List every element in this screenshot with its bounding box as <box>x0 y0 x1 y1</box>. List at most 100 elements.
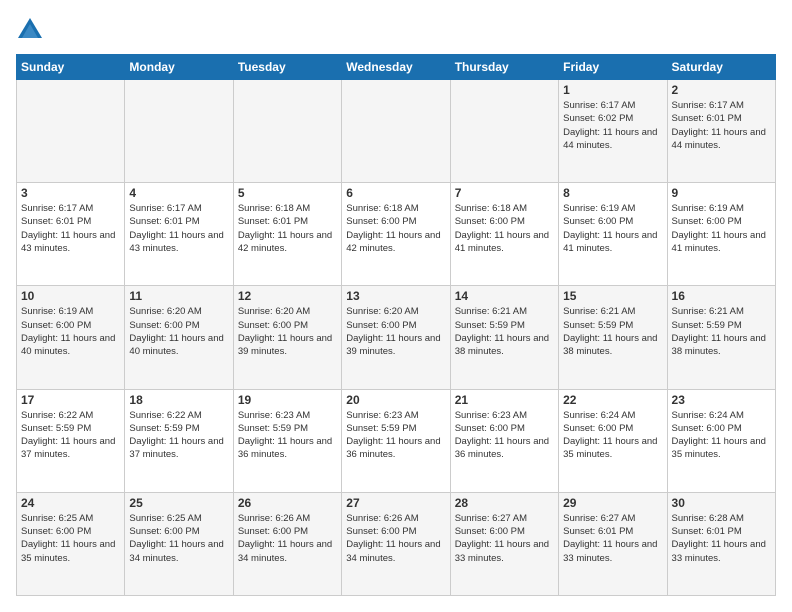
calendar-cell: 25 Sunrise: 6:25 AM Sunset: 6:00 PM Dayli… <box>125 492 233 595</box>
day-number: 30 <box>672 496 771 510</box>
day-info: Sunrise: 6:22 AM Sunset: 5:59 PM Dayligh… <box>129 409 228 462</box>
calendar-cell: 13 Sunrise: 6:20 AM Sunset: 6:00 PM Dayli… <box>342 286 450 389</box>
day-number: 12 <box>238 289 337 303</box>
day-info: Sunrise: 6:19 AM Sunset: 6:00 PM Dayligh… <box>21 305 120 358</box>
calendar-cell <box>17 80 125 183</box>
calendar-cell: 4 Sunrise: 6:17 AM Sunset: 6:01 PM Daylig… <box>125 183 233 286</box>
calendar-week-1: 1 Sunrise: 6:17 AM Sunset: 6:02 PM Daylig… <box>17 80 776 183</box>
day-number: 20 <box>346 393 445 407</box>
day-number: 26 <box>238 496 337 510</box>
calendar-cell: 8 Sunrise: 6:19 AM Sunset: 6:00 PM Daylig… <box>559 183 667 286</box>
day-number: 25 <box>129 496 228 510</box>
calendar-cell: 30 Sunrise: 6:28 AM Sunset: 6:01 PM Dayli… <box>667 492 775 595</box>
day-info: Sunrise: 6:25 AM Sunset: 6:00 PM Dayligh… <box>21 512 120 565</box>
day-info: Sunrise: 6:24 AM Sunset: 6:00 PM Dayligh… <box>672 409 771 462</box>
calendar-week-3: 10 Sunrise: 6:19 AM Sunset: 6:00 PM Dayli… <box>17 286 776 389</box>
calendar-cell: 14 Sunrise: 6:21 AM Sunset: 5:59 PM Dayli… <box>450 286 558 389</box>
weekday-header-tuesday: Tuesday <box>233 55 341 80</box>
calendar-body: 1 Sunrise: 6:17 AM Sunset: 6:02 PM Daylig… <box>17 80 776 596</box>
day-number: 14 <box>455 289 554 303</box>
day-info: Sunrise: 6:18 AM Sunset: 6:00 PM Dayligh… <box>346 202 445 255</box>
day-number: 11 <box>129 289 228 303</box>
day-info: Sunrise: 6:23 AM Sunset: 6:00 PM Dayligh… <box>455 409 554 462</box>
day-info: Sunrise: 6:25 AM Sunset: 6:00 PM Dayligh… <box>129 512 228 565</box>
calendar-cell: 16 Sunrise: 6:21 AM Sunset: 5:59 PM Dayli… <box>667 286 775 389</box>
calendar-week-2: 3 Sunrise: 6:17 AM Sunset: 6:01 PM Daylig… <box>17 183 776 286</box>
day-number: 29 <box>563 496 662 510</box>
calendar-cell: 1 Sunrise: 6:17 AM Sunset: 6:02 PM Daylig… <box>559 80 667 183</box>
day-info: Sunrise: 6:17 AM Sunset: 6:02 PM Dayligh… <box>563 99 662 152</box>
calendar-cell: 19 Sunrise: 6:23 AM Sunset: 5:59 PM Dayli… <box>233 389 341 492</box>
weekday-header-wednesday: Wednesday <box>342 55 450 80</box>
day-number: 6 <box>346 186 445 200</box>
day-info: Sunrise: 6:24 AM Sunset: 6:00 PM Dayligh… <box>563 409 662 462</box>
day-info: Sunrise: 6:21 AM Sunset: 5:59 PM Dayligh… <box>563 305 662 358</box>
weekday-header-saturday: Saturday <box>667 55 775 80</box>
header <box>16 16 776 44</box>
day-number: 9 <box>672 186 771 200</box>
calendar-cell: 15Sunrise: 6:21 AM Sunset: 5:59 PM Dayli… <box>559 286 667 389</box>
calendar-cell: 5Sunrise: 6:18 AM Sunset: 6:01 PM Daylig… <box>233 183 341 286</box>
day-info: Sunrise: 6:17 AM Sunset: 6:01 PM Dayligh… <box>129 202 228 255</box>
calendar-cell: 18 Sunrise: 6:22 AM Sunset: 5:59 PM Dayli… <box>125 389 233 492</box>
day-number: 22 <box>563 393 662 407</box>
day-info: Sunrise: 6:18 AM Sunset: 6:01 PM Dayligh… <box>238 202 337 255</box>
calendar-cell: 7 Sunrise: 6:18 AM Sunset: 6:00 PM Daylig… <box>450 183 558 286</box>
day-info: Sunrise: 6:23 AM Sunset: 5:59 PM Dayligh… <box>238 409 337 462</box>
day-info: Sunrise: 6:19 AM Sunset: 6:00 PM Dayligh… <box>672 202 771 255</box>
day-number: 7 <box>455 186 554 200</box>
calendar-cell: 27 Sunrise: 6:26 AM Sunset: 6:00 PM Dayli… <box>342 492 450 595</box>
day-number: 8 <box>563 186 662 200</box>
calendar-cell: 28Sunrise: 6:27 AM Sunset: 6:00 PM Dayli… <box>450 492 558 595</box>
weekday-header-thursday: Thursday <box>450 55 558 80</box>
day-number: 18 <box>129 393 228 407</box>
day-info: Sunrise: 6:18 AM Sunset: 6:00 PM Dayligh… <box>455 202 554 255</box>
logo-icon <box>16 16 44 44</box>
day-number: 28 <box>455 496 554 510</box>
day-info: Sunrise: 6:21 AM Sunset: 5:59 PM Dayligh… <box>672 305 771 358</box>
day-number: 4 <box>129 186 228 200</box>
calendar-cell: 3 Sunrise: 6:17 AM Sunset: 6:01 PM Daylig… <box>17 183 125 286</box>
day-info: Sunrise: 6:19 AM Sunset: 6:00 PM Dayligh… <box>563 202 662 255</box>
day-number: 3 <box>21 186 120 200</box>
day-info: Sunrise: 6:26 AM Sunset: 6:00 PM Dayligh… <box>238 512 337 565</box>
calendar-cell <box>450 80 558 183</box>
calendar-cell: 2Sunrise: 6:17 AM Sunset: 6:01 PM Daylig… <box>667 80 775 183</box>
logo <box>16 16 46 44</box>
day-info: Sunrise: 6:20 AM Sunset: 6:00 PM Dayligh… <box>346 305 445 358</box>
day-number: 13 <box>346 289 445 303</box>
calendar-cell <box>125 80 233 183</box>
day-number: 23 <box>672 393 771 407</box>
calendar-cell: 23 Sunrise: 6:24 AM Sunset: 6:00 PM Dayli… <box>667 389 775 492</box>
page: SundayMondayTuesdayWednesdayThursdayFrid… <box>0 0 792 612</box>
weekday-row: SundayMondayTuesdayWednesdayThursdayFrid… <box>17 55 776 80</box>
day-number: 2 <box>672 83 771 97</box>
calendar-header: SundayMondayTuesdayWednesdayThursdayFrid… <box>17 55 776 80</box>
day-number: 10 <box>21 289 120 303</box>
calendar-cell: 20Sunrise: 6:23 AM Sunset: 5:59 PM Dayli… <box>342 389 450 492</box>
weekday-header-friday: Friday <box>559 55 667 80</box>
day-info: Sunrise: 6:26 AM Sunset: 6:00 PM Dayligh… <box>346 512 445 565</box>
day-info: Sunrise: 6:28 AM Sunset: 6:01 PM Dayligh… <box>672 512 771 565</box>
calendar-cell: 6 Sunrise: 6:18 AM Sunset: 6:00 PM Daylig… <box>342 183 450 286</box>
day-info: Sunrise: 6:22 AM Sunset: 5:59 PM Dayligh… <box>21 409 120 462</box>
day-info: Sunrise: 6:20 AM Sunset: 6:00 PM Dayligh… <box>238 305 337 358</box>
weekday-header-monday: Monday <box>125 55 233 80</box>
calendar-cell: 29 Sunrise: 6:27 AM Sunset: 6:01 PM Dayli… <box>559 492 667 595</box>
day-number: 1 <box>563 83 662 97</box>
day-number: 16 <box>672 289 771 303</box>
calendar-cell: 24Sunrise: 6:25 AM Sunset: 6:00 PM Dayli… <box>17 492 125 595</box>
day-number: 27 <box>346 496 445 510</box>
calendar-cell <box>233 80 341 183</box>
day-info: Sunrise: 6:17 AM Sunset: 6:01 PM Dayligh… <box>21 202 120 255</box>
calendar-cell: 26 Sunrise: 6:26 AM Sunset: 6:00 PM Dayli… <box>233 492 341 595</box>
calendar-cell: 9 Sunrise: 6:19 AM Sunset: 6:00 PM Daylig… <box>667 183 775 286</box>
calendar-cell: 22 Sunrise: 6:24 AM Sunset: 6:00 PM Dayli… <box>559 389 667 492</box>
day-info: Sunrise: 6:21 AM Sunset: 5:59 PM Dayligh… <box>455 305 554 358</box>
day-number: 19 <box>238 393 337 407</box>
day-info: Sunrise: 6:27 AM Sunset: 6:01 PM Dayligh… <box>563 512 662 565</box>
calendar-week-4: 17 Sunrise: 6:22 AM Sunset: 5:59 PM Dayli… <box>17 389 776 492</box>
day-number: 17 <box>21 393 120 407</box>
calendar-cell: 17 Sunrise: 6:22 AM Sunset: 5:59 PM Dayli… <box>17 389 125 492</box>
calendar-cell: 11Sunrise: 6:20 AM Sunset: 6:00 PM Dayli… <box>125 286 233 389</box>
